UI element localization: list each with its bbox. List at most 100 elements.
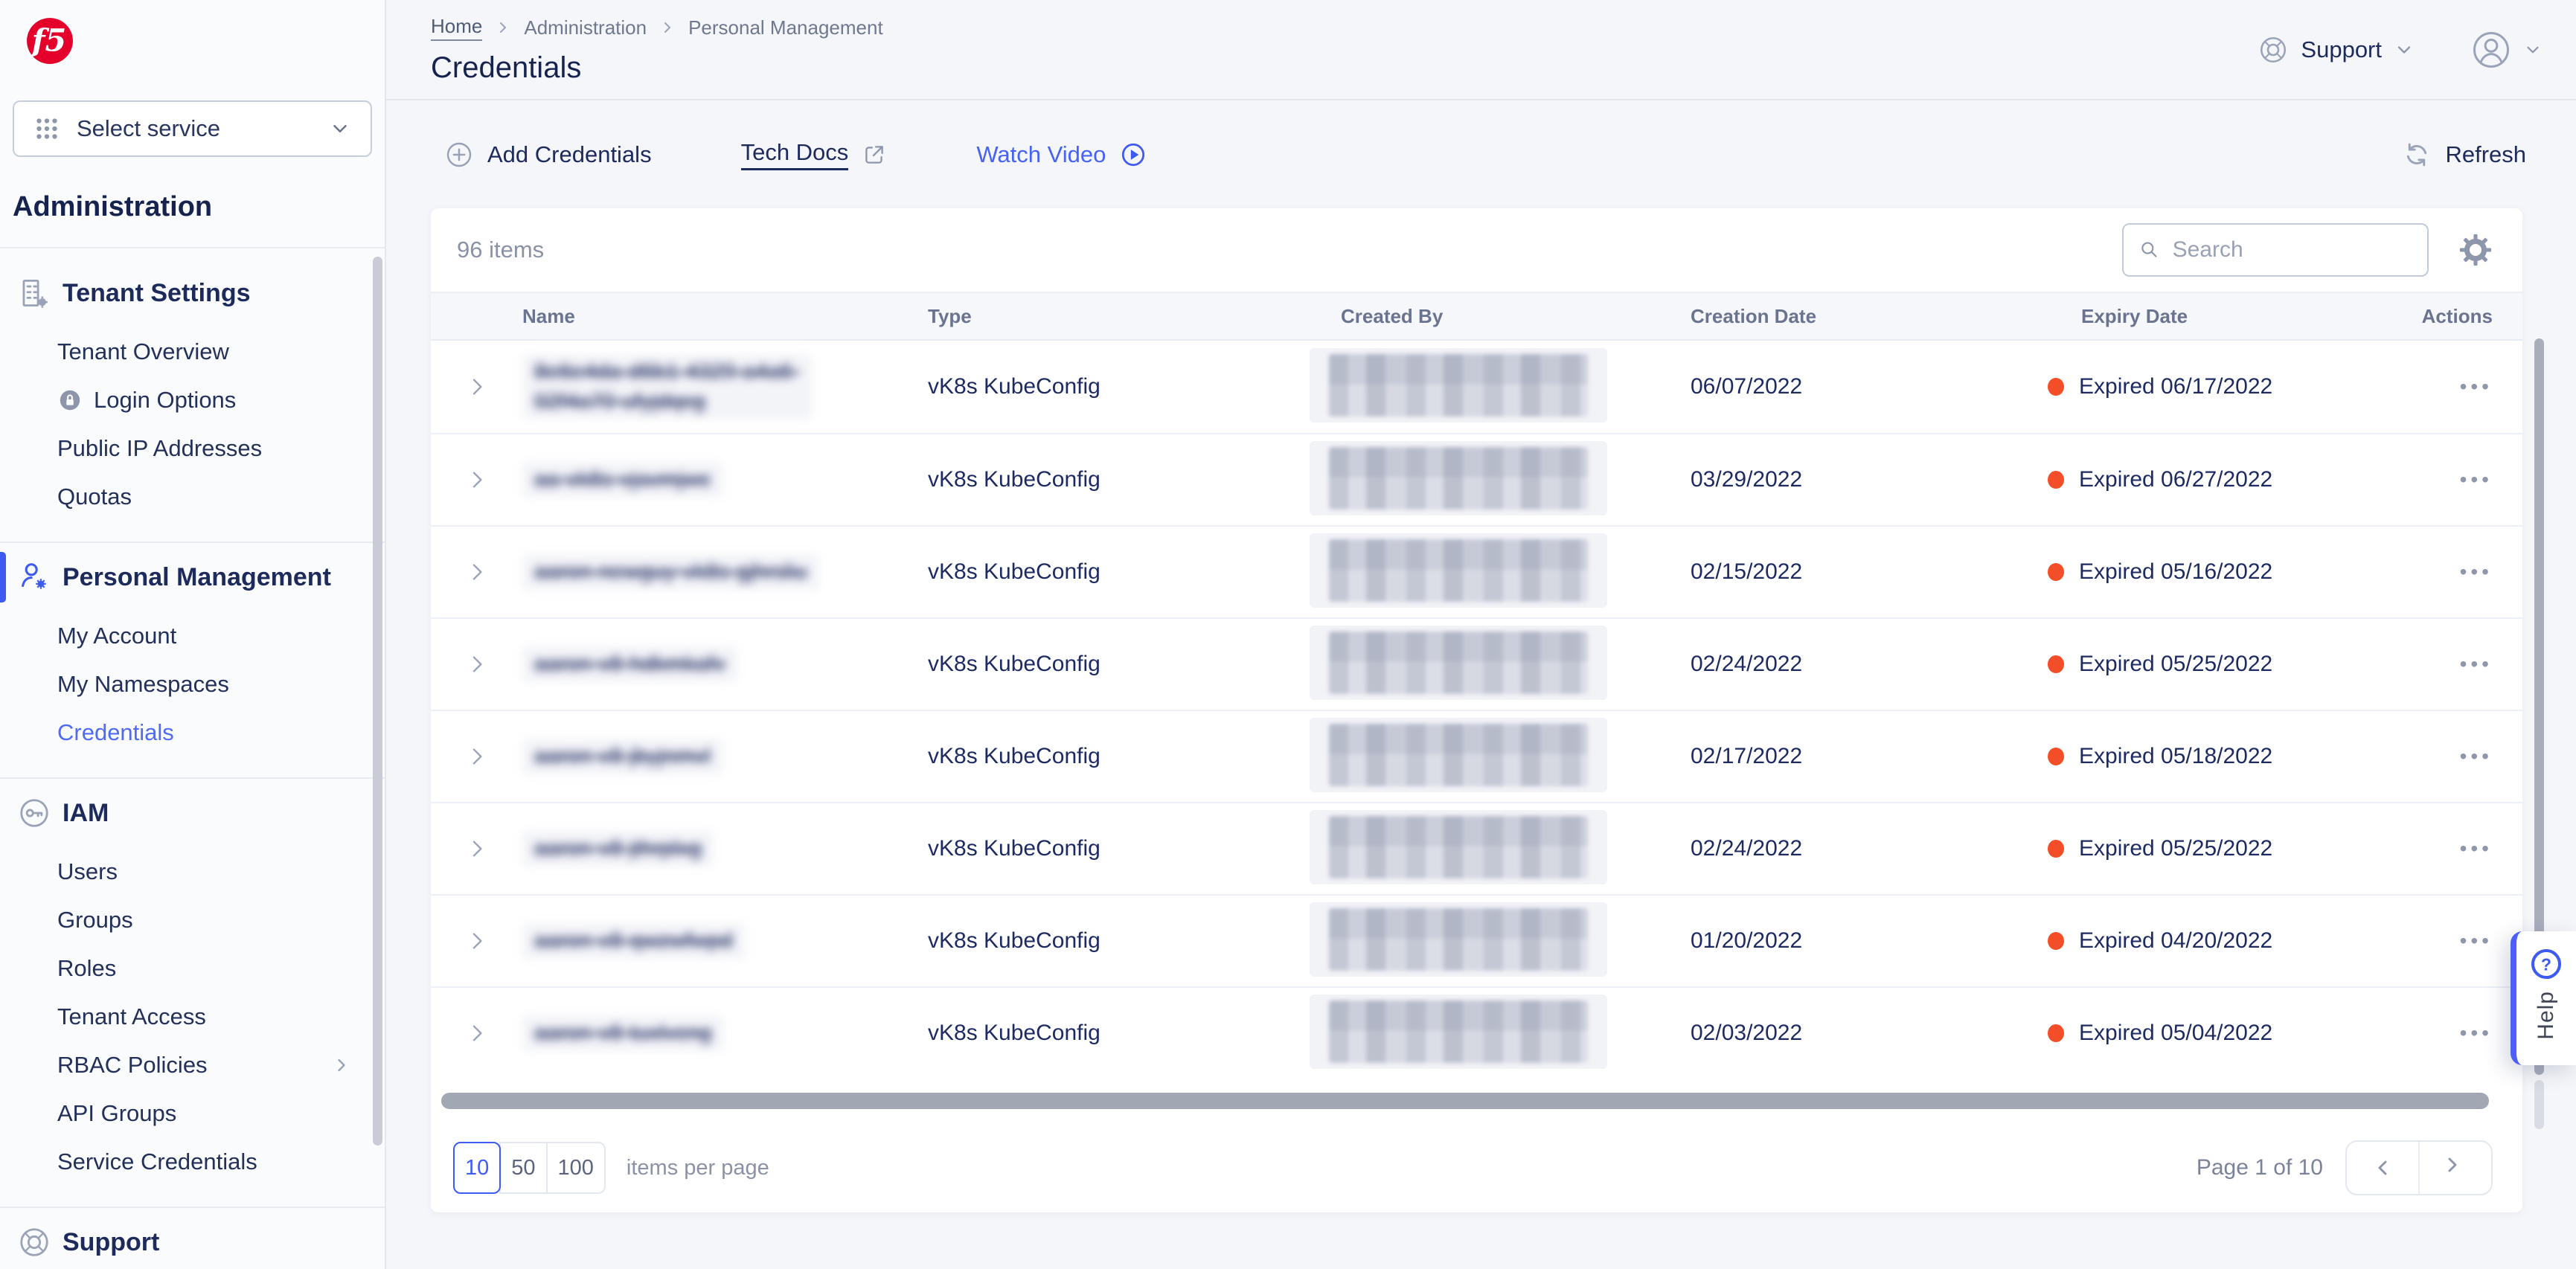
row-expander-icon[interactable] [465, 929, 489, 953]
sidebar-section-support[interactable]: Support [0, 1208, 385, 1269]
sidebar-item-public-ip-addresses[interactable]: Public IP Addresses [0, 424, 385, 472]
row-expander-icon[interactable] [465, 745, 489, 768]
grid-icon [33, 115, 60, 142]
creation-date: 02/03/2022 [1691, 1021, 1802, 1045]
help-button[interactable]: ? Help [2511, 931, 2576, 1065]
per-page-option-10[interactable]: 10 [453, 1142, 501, 1194]
row-actions-menu-button[interactable]: ••• [2460, 745, 2493, 768]
credential-type: vK8s KubeConfig [928, 559, 1100, 584]
row-actions-menu-button[interactable]: ••• [2460, 560, 2493, 584]
vertical-scrollbar-track[interactable] [2534, 1080, 2544, 1129]
sidebar-item-users[interactable]: Users [0, 847, 385, 896]
row-expander-icon[interactable] [465, 468, 489, 492]
breadcrumb-administration[interactable]: Administration [524, 16, 647, 39]
search-input[interactable] [2171, 237, 2412, 263]
section-label: Tenant Settings [63, 279, 251, 308]
breadcrumb-home-link[interactable]: Home [431, 15, 482, 41]
watch-video-link[interactable]: Watch Video [976, 141, 1147, 169]
credential-name-redacted: aaron-v8-jbyjnmvl [522, 739, 723, 774]
breadcrumb-personal-management[interactable]: Personal Management [688, 16, 883, 39]
lifebuoy-icon [2258, 34, 2289, 65]
breadcrumb: Home Administration Personal Management [431, 15, 883, 41]
service-selector[interactable]: Select service [13, 100, 372, 157]
expiry-status-text: Expired 06/27/2022 [2079, 467, 2272, 492]
sidebar-item-tenant-overview[interactable]: Tenant Overview [0, 327, 385, 376]
tech-docs-link[interactable]: Tech Docs [741, 139, 888, 170]
item-label: Users [57, 858, 118, 885]
row-expander-icon[interactable] [465, 375, 489, 399]
chevron-down-icon [329, 118, 351, 140]
per-page-option-100[interactable]: 100 [546, 1142, 606, 1194]
table-row[interactable]: aaron-v8-tuxlvcng vK8s KubeConfig 02/03/… [431, 986, 2522, 1079]
sidebar: f5 Select service Administration [0, 0, 386, 1269]
table-row[interactable]: aa-vk8s-vjavmjwc vK8s KubeConfig 03/29/2… [431, 433, 2522, 525]
sidebar-item-tenant-access[interactable]: Tenant Access [0, 992, 385, 1041]
user-menu-button[interactable] [2471, 30, 2543, 70]
per-page-option-50[interactable]: 50 [499, 1142, 547, 1194]
search-box [2122, 223, 2429, 277]
sidebar-item-service-credentials[interactable]: Service Credentials [0, 1137, 385, 1186]
credential-name-redacted: aaron-v8-hdkmkafv [522, 646, 737, 682]
refresh-icon [2402, 140, 2432, 170]
credential-type: vK8s KubeConfig [928, 928, 1100, 953]
row-expander-icon[interactable] [465, 1021, 489, 1045]
row-expander-icon[interactable] [465, 837, 489, 861]
table-row[interactable]: aaron-newguy-vk8s-gjhrsliu vK8s KubeConf… [431, 525, 2522, 617]
table-row[interactable]: aaron-v8-jthrplxg vK8s KubeConfig 02/24/… [431, 802, 2522, 894]
column-header-creation-date[interactable]: Creation Date [1691, 305, 2048, 328]
horizontal-scrollbar[interactable] [441, 1093, 2489, 1109]
column-header-name[interactable]: Name [522, 305, 928, 328]
table-settings-button[interactable] [2458, 233, 2493, 267]
horizontal-scroll-zone [431, 1079, 2522, 1123]
service-selector-value: Select service [77, 115, 313, 142]
sidebar-section-tenant-settings[interactable]: Tenant Settings [0, 259, 385, 327]
column-header-created-by[interactable]: Created By [1341, 305, 1691, 328]
row-expander-icon[interactable] [465, 652, 489, 676]
f5-logo[interactable]: f5 [0, 0, 385, 69]
table-row[interactable]: aaron-v8-qwzwfwpd vK8s KubeConfig 01/20/… [431, 894, 2522, 986]
sidebar-section-personal-management[interactable]: Personal Management [0, 543, 385, 611]
refresh-button[interactable]: Refresh [2402, 140, 2526, 170]
sidebar-item-my-namespaces[interactable]: My Namespaces [0, 660, 385, 708]
row-actions-menu-button[interactable]: ••• [2460, 468, 2493, 492]
table-row[interactable]: 8e6e4da-d6b1-4329-a4a6- 02f4a70-ufyjdqcg… [431, 341, 2522, 433]
sidebar-item-credentials[interactable]: Credentials [0, 708, 385, 756]
support-menu-button[interactable]: Support [2258, 34, 2415, 65]
sidebar-item-api-groups[interactable]: API Groups [0, 1089, 385, 1137]
sidebar-scrollbar[interactable] [373, 257, 382, 1146]
sidebar-item-my-account[interactable]: My Account [0, 611, 385, 660]
external-link-icon [862, 142, 887, 167]
created-by-redacted [1310, 995, 1607, 1069]
sidebar-section-iam[interactable]: IAM [0, 779, 385, 847]
item-label: Public IP Addresses [57, 435, 262, 462]
row-actions-menu-button[interactable]: ••• [2460, 929, 2493, 953]
row-actions-menu-button[interactable]: ••• [2460, 375, 2493, 399]
row-actions-menu-button[interactable]: ••• [2460, 1021, 2493, 1045]
created-by-redacted [1310, 441, 1607, 515]
previous-page-button[interactable] [2347, 1142, 2418, 1194]
column-header-actions: Actions [2388, 305, 2493, 328]
column-header-type[interactable]: Type [928, 305, 1341, 328]
add-credentials-button[interactable]: Add Credentials [444, 140, 652, 170]
item-label: My Account [57, 623, 176, 649]
pager [2345, 1140, 2493, 1195]
item-label: Tenant Access [57, 1003, 206, 1030]
sidebar-item-groups[interactable]: Groups [0, 896, 385, 944]
expiry-status-text: Expired 04/20/2022 [2079, 928, 2272, 954]
row-actions-menu-button[interactable]: ••• [2460, 837, 2493, 861]
sidebar-item-quotas[interactable]: Quotas [0, 472, 385, 521]
item-label: Groups [57, 907, 133, 934]
table-row[interactable]: aaron-v8-jbyjnmvl vK8s KubeConfig 02/17/… [431, 710, 2522, 802]
column-header-expiry-date[interactable]: Expiry Date [2048, 305, 2388, 328]
search-icon [2138, 237, 2161, 263]
credential-type: vK8s KubeConfig [928, 836, 1100, 861]
sidebar-item-rbac-policies[interactable]: RBAC Policies [0, 1041, 385, 1089]
sidebar-item-roles[interactable]: Roles [0, 944, 385, 992]
sidebar-item-login-options[interactable]: Login Options [0, 376, 385, 424]
play-circle-icon [1119, 141, 1147, 169]
table-row[interactable]: aaron-v8-hdkmkafv vK8s KubeConfig 02/24/… [431, 617, 2522, 710]
expiry-status-text: Expired 05/25/2022 [2079, 836, 2272, 861]
next-page-button[interactable] [2418, 1142, 2491, 1194]
row-expander-icon[interactable] [465, 560, 489, 584]
row-actions-menu-button[interactable]: ••• [2460, 652, 2493, 676]
